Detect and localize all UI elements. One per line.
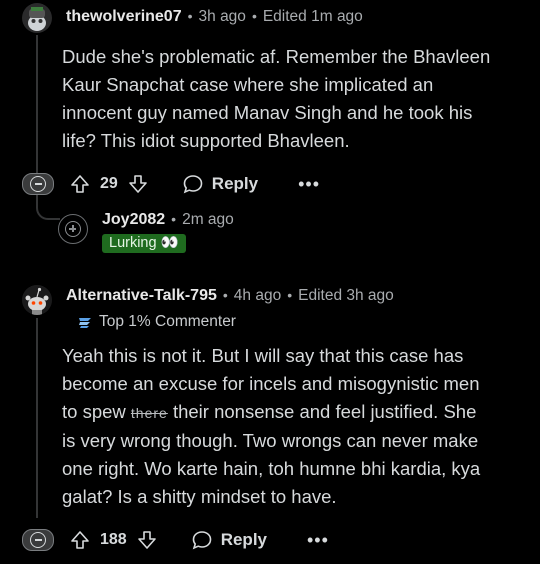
downvote-icon[interactable]	[137, 530, 157, 550]
expand-icon	[65, 221, 81, 237]
collapse-icon	[30, 532, 46, 548]
timestamp: 3h ago	[198, 8, 246, 25]
vote-count: 29	[100, 175, 118, 192]
top-commenter-icon	[79, 318, 91, 328]
downvote-icon[interactable]	[128, 174, 148, 194]
comment-header: Alternative-Talk-795 • 4h ago • Edited 3…	[66, 287, 394, 305]
comment-body-line: one right. Wo karte hain, toh humne bhi …	[62, 458, 481, 479]
badge-label: Top 1% Commenter	[99, 313, 236, 330]
reply-bubble-icon	[192, 531, 212, 550]
comment-body-line: Dude she's problematic af. Remember the …	[62, 46, 491, 67]
separator-dot: •	[171, 211, 177, 227]
reply-button[interactable]: Reply	[182, 173, 258, 195]
flair-label: Lurking 👀	[102, 234, 186, 253]
thread-line	[36, 35, 38, 175]
comment-body-line: Kaur Snapchat case where she implicated …	[62, 74, 434, 95]
username[interactable]: Joy2082	[102, 211, 165, 229]
timestamp: 4h ago	[233, 287, 282, 304]
snoo-avatar-icon	[22, 3, 52, 33]
comment-body-line: innocent guy named Manav Singh and he to…	[62, 102, 473, 123]
comment-body-line: galat? Is a shitty mindset to have.	[62, 486, 337, 507]
edited-label: Edited 1m ago	[262, 8, 363, 25]
reply-label: Reply	[211, 174, 259, 193]
body-text-segment: their nonsense and feel justified. She	[167, 401, 477, 422]
reply-button[interactable]: Reply	[191, 529, 267, 551]
user-avatar[interactable]	[22, 285, 52, 315]
expand-reply-button[interactable]	[58, 214, 88, 244]
separator-dot: •	[287, 287, 293, 303]
timestamp: 2m ago	[182, 211, 234, 228]
body-text-segment: to spew	[62, 401, 131, 422]
vote-count: 188	[100, 531, 127, 548]
reply-bubble-icon	[183, 175, 203, 194]
comment-body-line: to spew there their nonsense and feel ju…	[62, 398, 532, 427]
separator-dot: •	[222, 287, 228, 303]
upvote-icon[interactable]	[70, 174, 90, 194]
username[interactable]: thewolverine07	[66, 8, 182, 26]
separator-dot: •	[187, 8, 193, 24]
collapse-button[interactable]	[22, 529, 54, 551]
edited-label: Edited 3h ago	[298, 287, 394, 304]
reply-label: Reply	[220, 530, 267, 549]
comment-body-line: become an excuse for incels and misogyni…	[62, 373, 480, 394]
user-avatar[interactable]	[22, 3, 52, 33]
comment-body-line: life? This idiot supported Bhavleen.	[62, 130, 350, 151]
reply-header: Joy2082 • 2m ago	[102, 211, 234, 229]
comment-body: Dude she's problematic af. Remember the …	[62, 43, 532, 155]
comment-header: thewolverine07 • 3h ago • Edited 1m ago	[66, 8, 363, 26]
upvote-icon[interactable]	[70, 530, 90, 550]
comment-body-line: is very wrong though. Two wrongs can nev…	[62, 430, 479, 451]
comment-actions: 29 Reply •••	[22, 173, 320, 195]
username[interactable]: Alternative-Talk-795	[66, 287, 217, 305]
comment-body: Yeah this is not it. But I will say that…	[62, 342, 532, 511]
strikethrough-text: there	[130, 405, 168, 421]
more-options-button[interactable]: •••	[307, 530, 329, 551]
snoo-avatar-icon	[22, 285, 52, 315]
separator-dot: •	[251, 8, 257, 24]
user-flair: Lurking 👀	[102, 234, 186, 253]
comment-actions: 188 Reply •••	[22, 529, 329, 551]
collapse-icon	[30, 176, 46, 192]
collapse-button[interactable]	[22, 173, 54, 195]
more-options-button[interactable]: •••	[298, 174, 320, 195]
achievement-badge: Top 1% Commenter	[77, 313, 236, 331]
comment-body-line: Yeah this is not it. But I will say that…	[62, 345, 464, 366]
thread-line	[36, 318, 38, 518]
